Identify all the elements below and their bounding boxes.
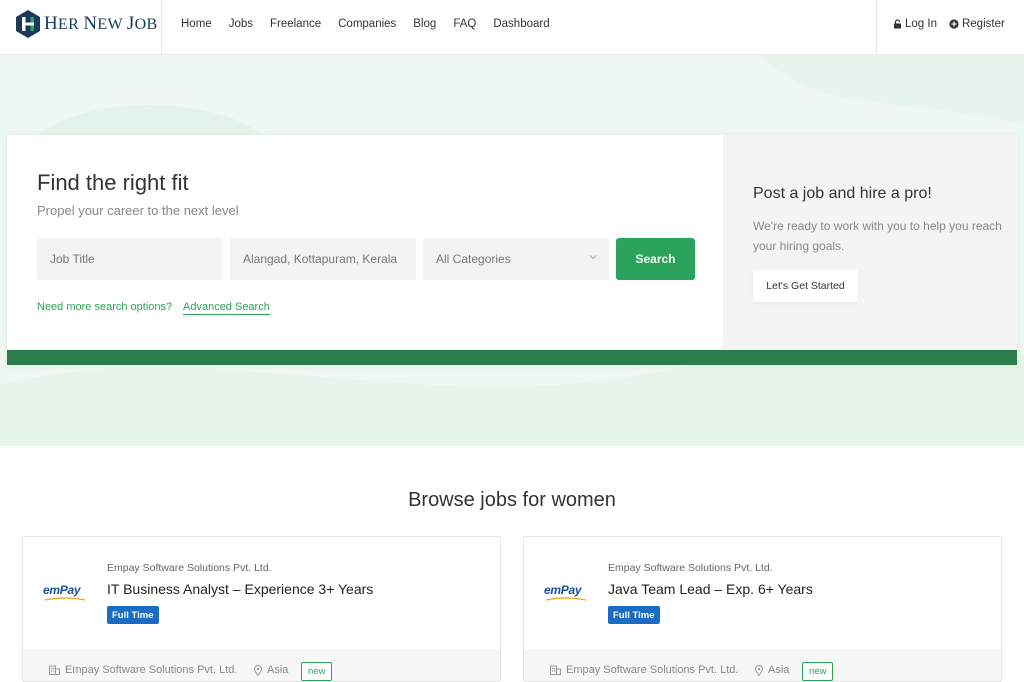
job-card[interactable]: emPay Empay Software Solutions Pvt. Ltd.… (523, 536, 1002, 682)
advanced-search-link[interactable]: Advanced Search (183, 301, 270, 315)
job-type-badge: Full Time (608, 606, 660, 624)
category-select[interactable]: All Categories (423, 238, 609, 280)
job-title-placeholder: Job Title (50, 252, 95, 266)
new-badge: new (802, 662, 834, 681)
footer-company: Empay Software Solutions Pvt. Ltd. (49, 664, 237, 676)
browse-title: Browse jobs for women (408, 489, 616, 511)
logo-swoosh-icon (546, 597, 586, 601)
search-subtitle: Propel your career to the next level (37, 203, 239, 218)
company-logo: emPay (43, 583, 95, 603)
search-card-accent-bar (7, 350, 1017, 365)
header-divider-right (876, 0, 877, 55)
register-label: Register (961, 18, 1005, 30)
post-job-panel: Post a job and hire a pro! We're ready t… (723, 135, 1017, 350)
logo-text: HER NEW JOB (44, 13, 158, 34)
new-badge: new (301, 662, 333, 681)
lock-icon (894, 19, 901, 29)
nav-jobs[interactable]: Jobs (229, 18, 253, 30)
job-location-label: Asia (768, 664, 790, 676)
main-nav: Home Jobs Freelance Companies Blog FAQ D… (181, 0, 567, 48)
footer-company-name: Empay Software Solutions Pvt. Ltd. (65, 664, 238, 676)
job-card-footer: Empay Software Solutions Pvt. Ltd. Asia … (23, 649, 500, 681)
company-name: Empay Software Solutions Pvt. Ltd. (107, 562, 272, 574)
search-title: Find the right fit (37, 170, 189, 195)
company-name: Empay Software Solutions Pvt. Ltd. (608, 562, 773, 574)
get-started-button[interactable]: Let's Get Started (753, 270, 858, 302)
job-card[interactable]: emPay Empay Software Solutions Pvt. Ltd.… (22, 536, 501, 682)
chevron-down-icon (589, 255, 597, 260)
map-pin-icon (755, 664, 763, 676)
search-button[interactable]: Search (616, 238, 695, 280)
building-icon (550, 665, 561, 675)
register-link[interactable]: Register (949, 18, 1005, 30)
company-logo-text: emPay (544, 583, 582, 597)
nav-dashboard[interactable]: Dashboard (493, 18, 549, 30)
search-card: Find the right fit Propel your career to… (7, 135, 1017, 365)
login-label: Log In (905, 18, 937, 30)
building-icon (49, 665, 60, 675)
job-card-footer: Empay Software Solutions Pvt. Ltd. Asia … (524, 649, 1001, 681)
job-location: Asia (755, 664, 789, 676)
logo-swoosh-icon (45, 597, 85, 601)
nav-companies[interactable]: Companies (338, 18, 396, 30)
job-title-input[interactable]: Job Title (37, 238, 222, 280)
job-title-link[interactable]: Java Team Lead – Exp. 6+ Years (608, 581, 813, 597)
nav-freelance[interactable]: Freelance (270, 18, 321, 30)
footer-company-name: Empay Software Solutions Pvt. Ltd. (566, 664, 739, 676)
category-value: All Categories (436, 252, 511, 266)
job-title-link[interactable]: IT Business Analyst – Experience 3+ Year… (107, 581, 373, 597)
company-logo-text: emPay (43, 583, 81, 597)
map-pin-icon (254, 664, 262, 676)
post-job-title: Post a job and hire a pro! (753, 185, 932, 202)
location-value: Alangad, Kottapuram, Kerala (243, 252, 398, 266)
login-link[interactable]: Log In (893, 18, 937, 30)
nav-faq[interactable]: FAQ (453, 18, 476, 30)
job-location-label: Asia (267, 664, 289, 676)
footer-company: Empay Software Solutions Pvt. Ltd. (550, 664, 738, 676)
site-logo[interactable]: HER NEW JOB (14, 9, 157, 39)
nav-blog[interactable]: Blog (413, 18, 436, 30)
logo-mark-icon (16, 10, 40, 38)
nav-home[interactable]: Home (181, 18, 212, 30)
job-type-badge: Full Time (107, 606, 159, 624)
header-divider (161, 0, 162, 55)
job-search-panel: Find the right fit Propel your career to… (7, 135, 723, 350)
site-header: HER NEW JOB Home Jobs Freelance Companie… (0, 0, 1024, 55)
company-logo: emPay (544, 583, 596, 603)
job-location: Asia (254, 664, 288, 676)
post-job-description: We're ready to work with you to help you… (753, 219, 1002, 253)
auth-links: Log In Register (893, 0, 1017, 48)
more-options-text: Need more search options? (37, 301, 173, 313)
location-input[interactable]: Alangad, Kottapuram, Kerala (230, 238, 416, 280)
plus-circle-icon (949, 19, 959, 29)
